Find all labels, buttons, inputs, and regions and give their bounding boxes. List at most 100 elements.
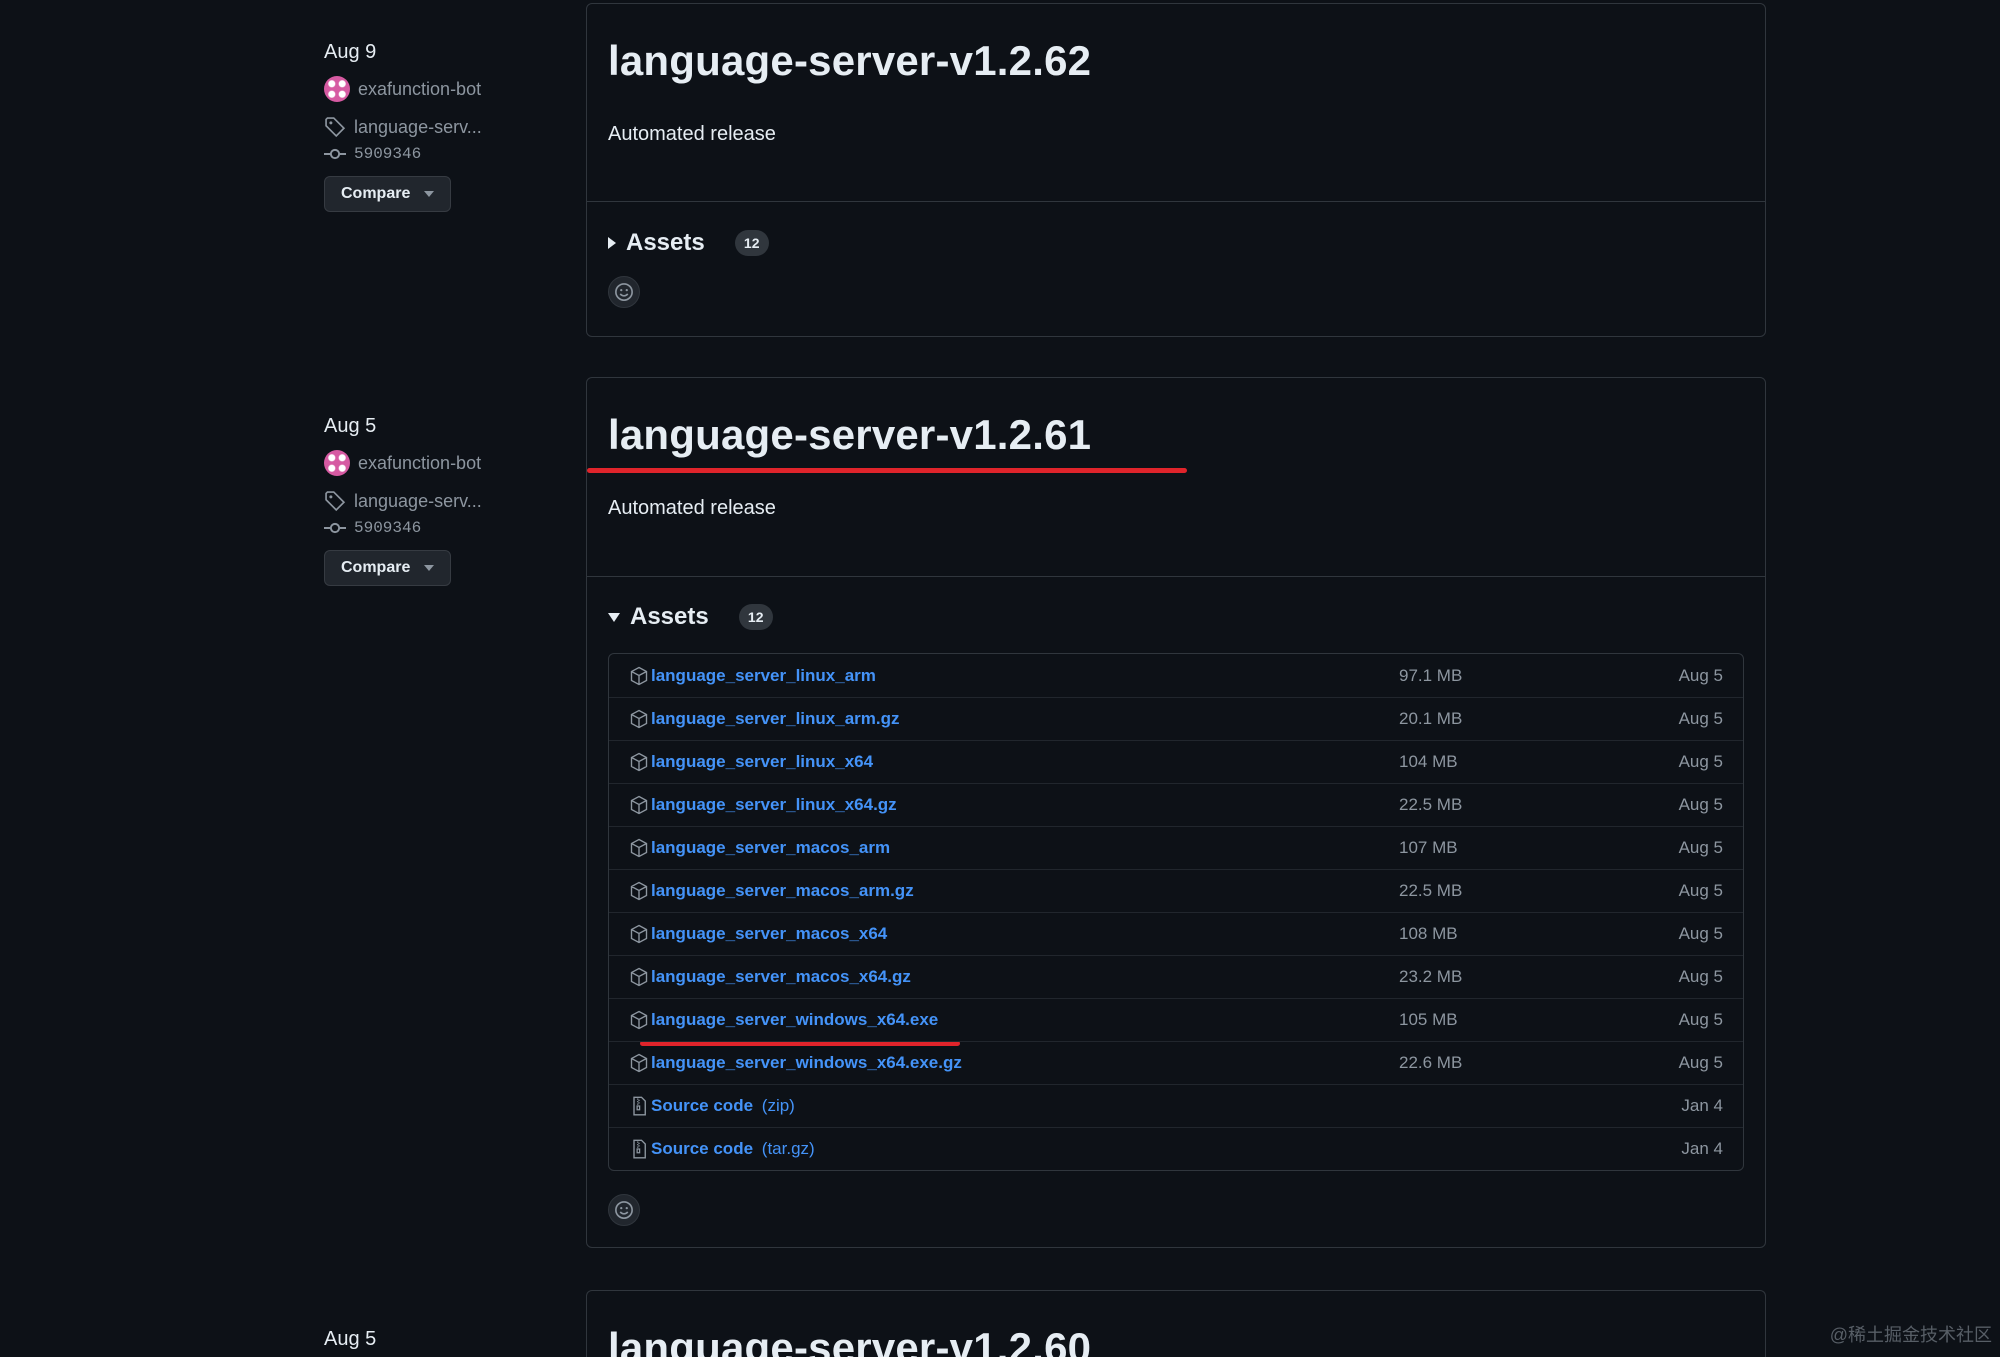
asset-row: language_server_linux_arm.gz 20.1 MB Aug… — [609, 697, 1743, 740]
source-suffix[interactable]: (tar.gz) — [762, 1139, 815, 1159]
asset-date: Aug 5 — [1678, 838, 1723, 857]
asset-size: 23.2 MB — [1399, 967, 1463, 986]
asset-name[interactable]: language_server_windows_x64.exe.gz — [651, 1053, 962, 1073]
asset-row: Source code (tar.gz) Jan 4 — [609, 1127, 1743, 1170]
asset-name[interactable]: language_server_linux_arm.gz — [651, 709, 900, 729]
author-name[interactable]: exafunction-bot — [358, 79, 481, 100]
asset-name[interactable]: language_server_macos_arm — [651, 838, 890, 858]
tag-name[interactable]: language-serv... — [354, 491, 482, 512]
release-card: language-server-v1.2.60 — [586, 1290, 1766, 1357]
asset-link[interactable]: language_server_linux_x64 — [629, 752, 1399, 772]
asset-row: Source code (zip) Jan 4 — [609, 1084, 1743, 1127]
release-card: language-server-v1.2.61 Automated releas… — [586, 377, 1766, 1248]
release-title[interactable]: language-server-v1.2.61 — [608, 378, 1744, 459]
asset-name[interactable]: language_server_linux_arm — [651, 666, 876, 686]
asset-size: 97.1 MB — [1399, 665, 1463, 685]
asset-list: language_server_linux_arm 97.1 MB Aug 5 … — [608, 653, 1744, 1171]
package-icon — [630, 967, 648, 987]
smiley-icon — [615, 1201, 633, 1219]
avatar — [324, 450, 350, 476]
file-zip-icon — [633, 1096, 646, 1116]
chevron-down-icon — [424, 191, 435, 197]
asset-row: language_server_macos_x64.gz 23.2 MB Aug… — [609, 955, 1743, 998]
release-sidebar: Aug 9 exafunction-bot language-serv... 5… — [324, 38, 584, 212]
asset-size: 22.5 MB — [1399, 881, 1463, 900]
asset-date: Aug 5 — [1678, 1010, 1723, 1029]
asset-date: Aug 5 — [1678, 967, 1723, 986]
release-title[interactable]: language-server-v1.2.60 — [608, 1291, 1744, 1357]
source-link[interactable]: Source code (zip) — [629, 1096, 1399, 1116]
asset-link[interactable]: language_server_windows_x64.exe — [629, 1010, 1399, 1030]
compare-button[interactable]: Compare — [324, 550, 452, 586]
asset-size: 108 MB — [1399, 924, 1458, 943]
asset-link[interactable]: language_server_linux_arm — [629, 666, 1399, 686]
asset-size: 22.5 MB — [1399, 795, 1463, 814]
source-name[interactable]: Source code — [651, 1139, 753, 1159]
asset-name[interactable]: language_server_linux_x64 — [651, 752, 873, 772]
assets-toggle[interactable]: Assets 12 — [608, 222, 1744, 264]
release-commit[interactable]: 5909346 — [324, 516, 584, 540]
asset-size: 20.1 MB — [1399, 709, 1463, 728]
watermark: @稀土掘金技术社区 — [1829, 1325, 1992, 1345]
release-author[interactable]: exafunction-bot — [324, 448, 584, 478]
release-tag[interactable]: language-serv... — [324, 112, 584, 142]
release-date: Aug 5 — [324, 415, 377, 437]
asset-date: Aug 5 — [1678, 665, 1723, 685]
release-sidebar: Aug 5 — [324, 1325, 584, 1353]
author-name[interactable]: exafunction-bot — [358, 453, 481, 474]
asset-name[interactable]: language_server_windows_x64.exe — [651, 1010, 938, 1030]
release-body: Automated release — [608, 497, 776, 519]
asset-date: Jan 4 — [1681, 1139, 1723, 1158]
release-sidebar: Aug 5 exafunction-bot language-serv... 5… — [324, 412, 584, 586]
asset-name[interactable]: language_server_macos_x64.gz — [651, 967, 911, 987]
asset-link[interactable]: language_server_macos_x64.gz — [629, 967, 1399, 987]
asset-link[interactable]: language_server_macos_arm — [629, 838, 1399, 858]
source-name[interactable]: Source code — [651, 1096, 753, 1116]
release-author[interactable]: exafunction-bot — [324, 74, 584, 104]
asset-link[interactable]: language_server_linux_arm.gz — [629, 709, 1399, 729]
asset-row: language_server_linux_x64 104 MB Aug 5 — [609, 740, 1743, 783]
add-reaction-button[interactable] — [608, 276, 640, 308]
tag-icon — [325, 491, 346, 512]
asset-row: language_server_macos_x64 108 MB Aug 5 — [609, 912, 1743, 955]
asset-row: language_server_windows_x64.exe 105 MB A… — [609, 998, 1743, 1046]
source-suffix[interactable]: (zip) — [762, 1096, 795, 1116]
asset-row: language_server_macos_arm.gz 22.5 MB Aug… — [609, 869, 1743, 912]
release-title[interactable]: language-server-v1.2.62 — [608, 4, 1744, 85]
source-link[interactable]: Source code (tar.gz) — [629, 1139, 1399, 1159]
package-icon — [630, 666, 648, 685]
asset-row: language_server_linux_x64.gz 22.5 MB Aug… — [609, 783, 1743, 826]
asset-name[interactable]: language_server_linux_x64.gz — [651, 795, 897, 815]
tag-icon — [325, 117, 346, 138]
asset-link[interactable]: language_server_macos_x64 — [629, 924, 1399, 944]
asset-link[interactable]: language_server_windows_x64.exe.gz — [629, 1053, 1399, 1073]
assets-count-badge: 12 — [734, 230, 769, 256]
tag-name[interactable]: language-serv... — [354, 117, 482, 138]
asset-row: language_server_macos_arm 107 MB Aug 5 — [609, 826, 1743, 869]
asset-size: 107 MB — [1399, 838, 1458, 857]
asset-name[interactable]: language_server_macos_arm.gz — [651, 881, 914, 901]
asset-name[interactable]: language_server_macos_x64 — [651, 924, 887, 944]
add-reaction-button[interactable] — [608, 1194, 640, 1226]
compare-button[interactable]: Compare — [324, 176, 452, 212]
assets-toggle[interactable]: Assets 12 — [608, 596, 1744, 638]
commit-sha[interactable]: 5909346 — [354, 519, 421, 537]
package-icon — [630, 1053, 648, 1073]
asset-link[interactable]: language_server_linux_x64.gz — [629, 795, 1399, 815]
package-icon — [630, 752, 648, 772]
assets-label: Assets — [626, 229, 705, 256]
asset-link[interactable]: language_server_macos_arm.gz — [629, 881, 1399, 901]
asset-date: Jan 4 — [1681, 1096, 1723, 1115]
asset-date: Aug 5 — [1678, 795, 1723, 814]
asset-size: 104 MB — [1399, 752, 1458, 771]
package-icon — [630, 924, 648, 944]
caret-right-icon — [608, 237, 616, 249]
compare-label: Compare — [341, 185, 411, 202]
release-commit[interactable]: 5909346 — [324, 142, 584, 166]
chevron-down-icon — [424, 565, 435, 571]
package-icon — [630, 795, 648, 815]
asset-row: language_server_linux_arm 97.1 MB Aug 5 — [609, 654, 1743, 697]
asset-date: Aug 5 — [1678, 752, 1723, 771]
release-tag[interactable]: language-serv... — [324, 486, 584, 516]
commit-sha[interactable]: 5909346 — [354, 145, 421, 163]
